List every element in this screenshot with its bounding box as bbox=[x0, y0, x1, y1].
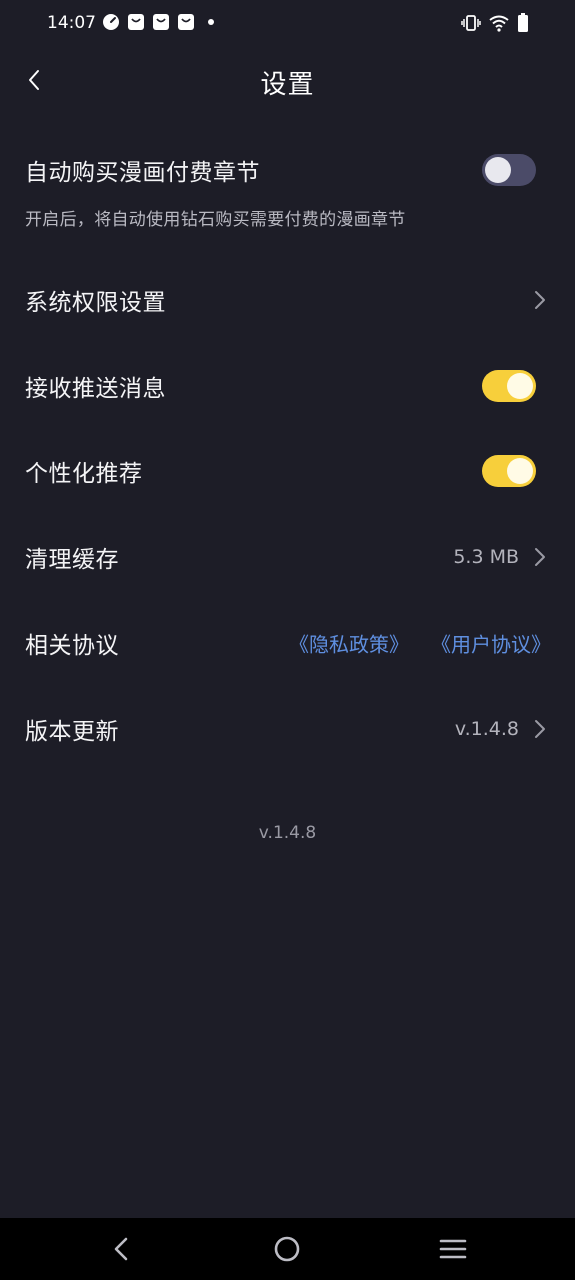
setting-update[interactable]: 版本更新 v.1.4.8 bbox=[0, 699, 575, 759]
system-nav-bar bbox=[0, 1218, 575, 1280]
cache-size-value: 5.3 MB bbox=[453, 546, 519, 568]
toggle-knob bbox=[507, 458, 533, 484]
setting-push-label: 接收推送消息 bbox=[25, 376, 166, 402]
setting-update-label: 版本更新 bbox=[25, 719, 119, 745]
setting-cache-label: 清理缓存 bbox=[25, 547, 119, 573]
setting-push: 接收推送消息 bbox=[0, 356, 575, 416]
notification-bag-icon bbox=[153, 14, 169, 30]
push-toggle[interactable] bbox=[482, 370, 536, 402]
setting-auto-buy: 自动购买漫画付费章节 bbox=[0, 140, 575, 200]
home-circle-icon bbox=[274, 1236, 300, 1262]
status-bar: 14:07 bbox=[0, 0, 575, 46]
menu-lines-icon bbox=[439, 1239, 467, 1259]
chevron-right-icon bbox=[535, 720, 545, 738]
setting-personalized: 个性化推荐 bbox=[0, 441, 575, 501]
setting-auto-buy-label: 自动购买漫画付费章节 bbox=[25, 160, 260, 186]
page-title: 设置 bbox=[260, 70, 315, 100]
setting-permissions-label: 系统权限设置 bbox=[25, 290, 166, 316]
vibrate-icon bbox=[461, 15, 481, 31]
back-triangle-icon bbox=[114, 1237, 128, 1261]
wifi-icon bbox=[489, 15, 509, 32]
status-notification-icons bbox=[102, 13, 220, 31]
app-header: 设置 bbox=[0, 50, 575, 110]
update-version-value: v.1.4.8 bbox=[454, 718, 519, 740]
setting-agreements-label: 相关协议 bbox=[25, 633, 119, 659]
notification-bag-icon bbox=[178, 14, 194, 30]
footer-version: v.1.4.8 bbox=[258, 823, 317, 843]
setting-personalized-label: 个性化推荐 bbox=[25, 461, 143, 487]
auto-buy-toggle[interactable] bbox=[482, 154, 536, 186]
dot-icon bbox=[208, 19, 214, 25]
personalized-toggle[interactable] bbox=[482, 455, 536, 487]
setting-cache[interactable]: 清理缓存 5.3 MB bbox=[0, 527, 575, 587]
agreement-links: 《隐私政策》 《用户协议》 bbox=[289, 629, 551, 658]
chevron-right-icon bbox=[535, 291, 545, 309]
status-system-icons bbox=[461, 13, 529, 33]
nav-back-button[interactable] bbox=[104, 1232, 138, 1266]
setting-auto-buy-description: 开启后，将自动使用钻石购买需要付费的漫画章节 bbox=[25, 210, 406, 230]
notification-bag-icon bbox=[128, 14, 144, 30]
speedometer-icon bbox=[103, 14, 119, 30]
battery-icon bbox=[518, 13, 528, 32]
privacy-policy-link[interactable]: 《隐私政策》 bbox=[289, 629, 409, 658]
toggle-knob bbox=[507, 373, 533, 399]
setting-agreements: 相关协议 《隐私政策》 《用户协议》 bbox=[0, 613, 575, 673]
nav-home-button[interactable] bbox=[270, 1232, 304, 1266]
chevron-right-icon bbox=[535, 548, 545, 566]
toggle-knob bbox=[485, 157, 511, 183]
status-time: 14:07 bbox=[47, 13, 96, 33]
nav-recents-button[interactable] bbox=[436, 1232, 470, 1266]
setting-permissions[interactable]: 系统权限设置 bbox=[0, 270, 575, 330]
user-agreement-link[interactable]: 《用户协议》 bbox=[431, 629, 551, 658]
